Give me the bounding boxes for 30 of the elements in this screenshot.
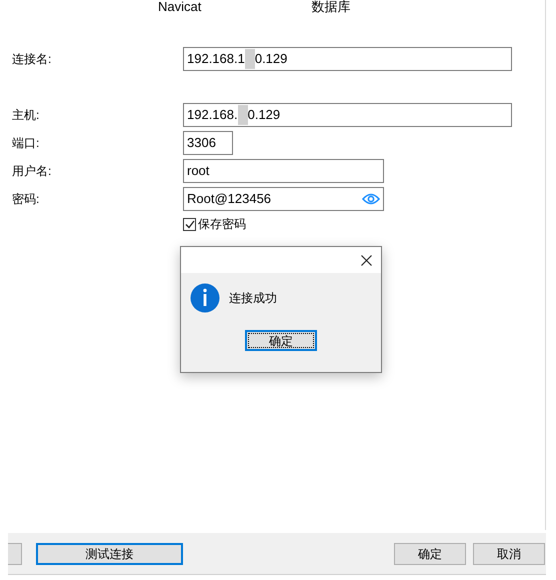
test-connection-button[interactable]: 测试连接 (36, 542, 183, 564)
info-icon (190, 283, 220, 313)
cancel-button[interactable]: 取消 (473, 542, 545, 564)
field-value: Root@123456 (187, 190, 272, 208)
checkbox[interactable] (183, 218, 196, 230)
field-label: 连接名: (11, 51, 52, 68)
input-field[interactable]: Root@123456 (183, 187, 384, 211)
check-icon (184, 220, 194, 228)
tab-label[interactable]: 数据库 (311, 0, 350, 17)
eye-icon[interactable] (362, 193, 380, 205)
field-value: 0.129 (254, 50, 288, 68)
input-field[interactable]: root (183, 159, 384, 183)
ok-button[interactable]: 确定 (394, 542, 466, 564)
tab-label[interactable]: Navicat (158, 0, 202, 17)
checkbox-label: 保存密码 (198, 216, 246, 233)
field-label: 端口: (11, 135, 40, 152)
field-value: 3306 (187, 134, 216, 152)
field-label: 主机: (11, 107, 40, 124)
field-value: 192.168. (187, 106, 238, 124)
input-field[interactable]: 192.168. 0.129 (183, 103, 512, 127)
input-field[interactable]: 3306 (183, 131, 233, 155)
dialog-message: 连接成功 (229, 290, 277, 307)
field-label: 密码: (11, 191, 40, 208)
field-value: root (187, 162, 210, 180)
input-field[interactable]: 192.168.1 0.129 (183, 47, 512, 71)
field-value: 192.168.1 (187, 50, 245, 68)
confirm-button[interactable]: 确定 (245, 330, 317, 351)
close-icon[interactable] (361, 254, 372, 266)
field-label: 用户名: (11, 163, 52, 180)
field-value: 0.129 (248, 106, 280, 124)
